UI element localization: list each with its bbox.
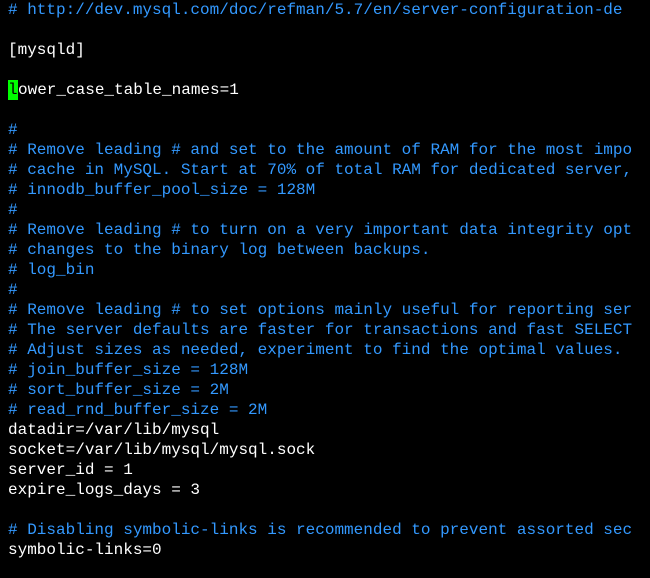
config-line: # log_bin bbox=[8, 260, 642, 280]
blank-line bbox=[8, 60, 642, 80]
config-line: [mysqld] bbox=[8, 40, 642, 60]
config-line: # Adjust sizes as needed, experiment to … bbox=[8, 340, 642, 360]
config-line-active: lower_case_table_names=1 bbox=[8, 80, 642, 100]
config-line: # Remove leading # to turn on a very imp… bbox=[8, 220, 642, 240]
config-line: # The server defaults are faster for tra… bbox=[8, 320, 642, 340]
blank-line bbox=[8, 20, 642, 40]
config-line: # read_rnd_buffer_size = 2M bbox=[8, 400, 642, 420]
config-line: # bbox=[8, 280, 642, 300]
config-line: # http://dev.mysql.com/doc/refman/5.7/en… bbox=[8, 0, 642, 20]
config-line: # join_buffer_size = 128M bbox=[8, 360, 642, 380]
config-line: # innodb_buffer_pool_size = 128M bbox=[8, 180, 642, 200]
terminal-editor[interactable]: # http://dev.mysql.com/doc/refman/5.7/en… bbox=[0, 0, 650, 560]
config-line: # Remove leading # to set options mainly… bbox=[8, 300, 642, 320]
config-line: # sort_buffer_size = 2M bbox=[8, 380, 642, 400]
config-line: expire_logs_days = 3 bbox=[8, 480, 642, 500]
config-line: symbolic-links=0 bbox=[8, 540, 642, 560]
config-text: ower_case_table_names=1 bbox=[18, 81, 239, 99]
config-line: # cache in MySQL. Start at 70% of total … bbox=[8, 160, 642, 180]
blank-line bbox=[8, 100, 642, 120]
config-line: # changes to the binary log between back… bbox=[8, 240, 642, 260]
config-line: # bbox=[8, 200, 642, 220]
cursor: l bbox=[8, 80, 18, 100]
config-line: # Remove leading # and set to the amount… bbox=[8, 140, 642, 160]
config-line: # bbox=[8, 120, 642, 140]
config-line: datadir=/var/lib/mysql bbox=[8, 420, 642, 440]
config-line: server_id = 1 bbox=[8, 460, 642, 480]
config-line: # Disabling symbolic-links is recommende… bbox=[8, 520, 642, 540]
config-line: socket=/var/lib/mysql/mysql.sock bbox=[8, 440, 642, 460]
blank-line bbox=[8, 500, 642, 520]
